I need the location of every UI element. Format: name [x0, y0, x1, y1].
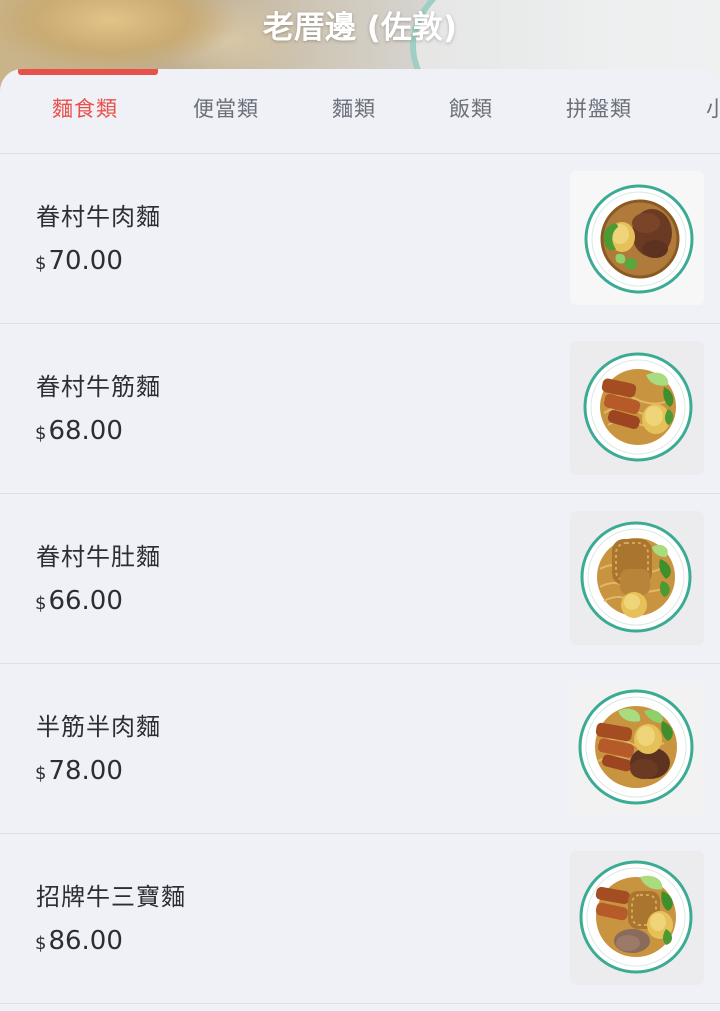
- price-value: 66.00: [48, 586, 123, 616]
- beef-noodle-bowl-image[interactable]: [570, 171, 704, 305]
- item-name: 眷村牛肚麵: [36, 543, 161, 571]
- tab-noodles[interactable]: 麵類: [332, 93, 376, 123]
- currency-symbol: $: [35, 763, 47, 784]
- menu-item[interactable]: 招牌牛三寶麵 $86.00: [0, 834, 720, 1004]
- item-price: $70.00: [35, 246, 123, 276]
- tab-noodle-dishes[interactable]: 麵食類: [52, 93, 118, 123]
- tab-bento[interactable]: 便當類: [193, 93, 259, 123]
- price-value: 70.00: [48, 246, 123, 276]
- item-name: 招牌牛三寶麵: [36, 883, 186, 911]
- menu-item[interactable]: 眷村牛筋麵 $68.00: [0, 324, 720, 494]
- category-tabs: 麵食類 便當類 麵類 飯類 拼盤類 小: [0, 75, 720, 153]
- price-value: 68.00: [48, 416, 123, 446]
- signature-beef-trio-noodle-bowl-image[interactable]: [570, 851, 704, 985]
- price-value: 86.00: [48, 926, 123, 956]
- store-title: 老厝邊 (佐敦): [262, 10, 458, 46]
- item-price: $68.00: [35, 416, 123, 446]
- menu-item[interactable]: 眷村牛肉麵 $70.00: [0, 154, 720, 324]
- menu-sheet: 麵食類 便當類 麵類 飯類 拼盤類 小 眷村牛肉麵 $70.00 眷村牛筋麵 $…: [0, 69, 720, 1011]
- half-tendon-half-beef-noodle-bowl-image[interactable]: [570, 681, 704, 815]
- menu-item[interactable]: 半筋半肉麵 $78.00: [0, 664, 720, 834]
- menu-list: 眷村牛肉麵 $70.00 眷村牛筋麵 $68.00 眷村牛肚麵 $66.00 半…: [0, 154, 720, 1004]
- currency-symbol: $: [35, 423, 47, 444]
- beef-tendon-noodle-bowl-image[interactable]: [570, 341, 704, 475]
- item-name: 眷村牛筋麵: [36, 373, 161, 401]
- currency-symbol: $: [35, 593, 47, 614]
- tab-snacks-partial[interactable]: 小: [706, 93, 720, 123]
- item-name: 眷村牛肉麵: [36, 203, 161, 231]
- item-price: $66.00: [35, 586, 123, 616]
- menu-item[interactable]: 眷村牛肚麵 $66.00: [0, 494, 720, 664]
- tab-platters[interactable]: 拼盤類: [566, 93, 632, 123]
- item-price: $86.00: [35, 926, 123, 956]
- tab-rice[interactable]: 飯類: [449, 93, 493, 123]
- price-value: 78.00: [48, 756, 123, 786]
- currency-symbol: $: [35, 253, 47, 274]
- item-name: 半筋半肉麵: [36, 713, 161, 741]
- item-price: $78.00: [35, 756, 123, 786]
- beef-tripe-noodle-bowl-image[interactable]: [570, 511, 704, 645]
- currency-symbol: $: [35, 933, 47, 954]
